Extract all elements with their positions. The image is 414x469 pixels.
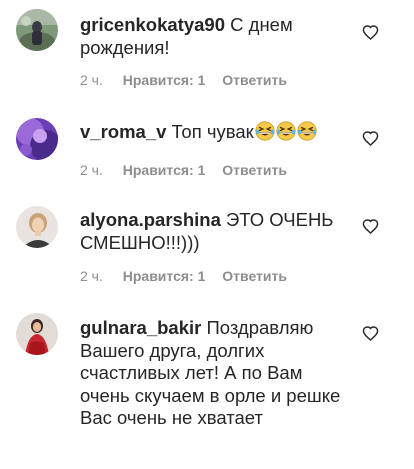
comment-meta: 2 ч. Нравится: 1 Ответить xyxy=(80,71,287,89)
reply-button[interactable]: Ответить xyxy=(222,267,287,285)
avatar[interactable] xyxy=(16,9,58,51)
like-comment-button[interactable] xyxy=(362,218,379,235)
comment-text: Топ чувак xyxy=(171,121,254,142)
comment-username[interactable]: alyona.parshina xyxy=(80,209,221,230)
comment-username[interactable]: gulnara_bakir xyxy=(80,317,201,338)
grinning-squinting-face-icon xyxy=(276,121,296,141)
like-comment-button[interactable] xyxy=(362,130,379,147)
like-comment-button[interactable] xyxy=(362,325,379,342)
comment-username[interactable]: gricenkokatya90 xyxy=(80,14,225,35)
comment-time: 2 ч. xyxy=(80,162,103,178)
comment-likes[interactable]: Нравится: 1 xyxy=(123,71,206,89)
comment-meta: 2 ч. Нравится: 1 Ответить xyxy=(80,267,287,285)
heart-outline-icon xyxy=(362,25,379,40)
like-comment-button[interactable] xyxy=(362,24,379,41)
comments-list: gricenkokatya90 С днем рождения! 2 ч. Нр… xyxy=(0,0,414,469)
grinning-squinting-face-icon xyxy=(255,121,275,141)
comment-meta: 2 ч. Нравится: 1 Ответить xyxy=(80,161,287,179)
avatar[interactable] xyxy=(16,313,58,355)
heart-outline-icon xyxy=(362,219,379,234)
heart-outline-icon xyxy=(362,326,379,341)
comment-username[interactable]: v_roma_v xyxy=(80,121,166,142)
avatar[interactable] xyxy=(16,206,58,248)
grinning-squinting-face-icon xyxy=(297,121,317,141)
reply-button[interactable]: Ответить xyxy=(222,161,287,179)
comment-time: 2 ч. xyxy=(80,72,103,88)
heart-outline-icon xyxy=(362,131,379,146)
comment-likes[interactable]: Нравится: 1 xyxy=(123,267,206,285)
comment-time: 2 ч. xyxy=(80,268,103,284)
comment-likes[interactable]: Нравится: 1 xyxy=(123,161,206,179)
avatar[interactable] xyxy=(16,118,58,160)
reply-button[interactable]: Ответить xyxy=(222,71,287,89)
